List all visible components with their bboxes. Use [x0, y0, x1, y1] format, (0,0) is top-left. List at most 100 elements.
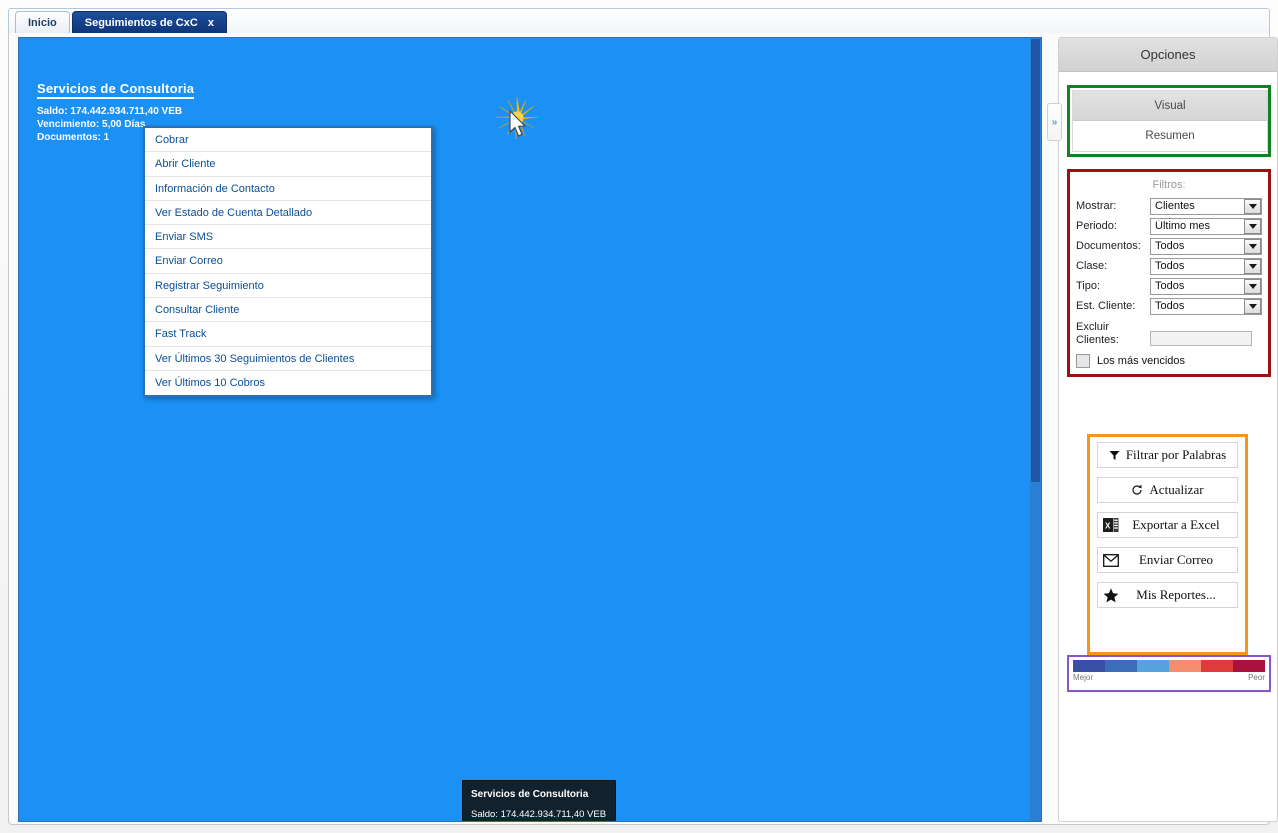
filter-select-periodo[interactable]: Último mes [1150, 217, 1262, 235]
tab-inicio-label: Inicio [28, 17, 57, 29]
filter-label-clase: Clase: [1076, 260, 1108, 272]
legend-swatch-3 [1137, 660, 1169, 672]
tab-seguimientos-label: Seguimientos de CxC [84, 16, 198, 29]
filter-select-clase[interactable]: Todos [1150, 257, 1262, 275]
menu-item-ver-ultimos-30-seguimientos[interactable]: Ver Últimos 30 Seguimientos de Clientes [145, 347, 431, 371]
legend-swatch-6 [1233, 660, 1265, 672]
tab-seguimientos-de-cxc[interactable]: Seguimientos de CxC x [71, 11, 227, 34]
actions-group: Filtrar por Palabras Actualizar X Export… [1087, 434, 1248, 655]
view-tab-visual-label: Visual [1154, 100, 1186, 112]
filter-label-mostrar: Mostrar: [1076, 200, 1117, 212]
view-mode-group: Visual Resumen [1067, 85, 1271, 157]
chevron-down-icon[interactable] [1244, 278, 1261, 294]
content-area: Servicios de Consultoria Saldo: 174.442.… [8, 33, 1278, 825]
excel-icon: X [1103, 518, 1119, 532]
legend-swatch-5 [1201, 660, 1233, 672]
panel-collapse-handle[interactable]: » [1047, 103, 1062, 141]
canvas-scrollbar[interactable] [1030, 38, 1041, 821]
filter-select-tipo[interactable]: Todos [1150, 277, 1262, 295]
chevron-right-icon: » [1051, 116, 1058, 128]
tab-bar: Inicio Seguimientos de CxC x [8, 8, 1270, 34]
filter-value-documentos: Todos [1155, 240, 1185, 252]
exportar-a-excel-label: Exportar a Excel [1132, 517, 1220, 532]
treemap-cell-title: Servicios de Consultoria [37, 81, 195, 99]
color-legend-bar [1073, 660, 1265, 672]
view-tab-visual[interactable]: Visual [1073, 91, 1267, 121]
treemap-canvas[interactable]: Servicios de Consultoria Saldo: 174.442.… [18, 37, 1042, 822]
funnel-icon [1109, 450, 1120, 461]
options-panel-header: Opciones [1059, 38, 1277, 72]
filter-row-documentos: Documentos: Todos [1076, 236, 1262, 256]
filter-select-documentos[interactable]: Todos [1150, 237, 1262, 255]
exclude-clients-input[interactable] [1150, 331, 1252, 346]
exclude-clients-label-line1: Excluir [1076, 321, 1110, 333]
legend-swatch-4 [1169, 660, 1201, 672]
filter-label-periodo: Periodo: [1076, 220, 1117, 232]
exclude-clients-row: Excluir Clientes: [1076, 316, 1262, 347]
chevron-down-icon[interactable] [1244, 218, 1261, 234]
options-panel: Opciones Visual Resumen Filtros: Mostrar… [1058, 37, 1278, 822]
filter-select-mostrar[interactable]: Clientes [1150, 197, 1262, 215]
filter-select-est-cliente[interactable]: Todos [1150, 297, 1262, 315]
chevron-down-icon[interactable] [1244, 298, 1261, 314]
legend-swatch-1 [1073, 660, 1105, 672]
legend-worst-label: Peor [1248, 673, 1265, 682]
treemap-tooltip: Servicios de Consultoria Saldo: 174.442.… [462, 780, 616, 822]
menu-item-cobrar[interactable]: Cobrar [145, 128, 431, 153]
filter-value-clase: Todos [1155, 260, 1185, 272]
tooltip-title: Servicios de Consultoria [471, 789, 589, 800]
menu-item-ver-ultimos-10-cobros[interactable]: Ver Últimos 10 Cobros [145, 371, 431, 395]
canvas-scrollbar-thumb[interactable] [1031, 39, 1040, 482]
most-overdue-label: Los más vencidos [1097, 355, 1186, 367]
enviar-correo-label: Enviar Correo [1138, 552, 1213, 567]
filtrar-por-palabras-button[interactable]: Filtrar por Palabras [1097, 442, 1238, 468]
filters-title: Filtros: [1152, 179, 1186, 191]
chevron-down-icon[interactable] [1244, 198, 1261, 214]
filter-label-documentos: Documentos: [1076, 240, 1141, 252]
menu-item-abrir-cliente[interactable]: Abrir Cliente [145, 152, 431, 177]
filters-group: Filtros: Mostrar: Clientes Periodo: Últi… [1067, 169, 1271, 377]
actualizar-button[interactable]: Actualizar [1097, 477, 1238, 503]
legend-best-label: Mejor [1073, 673, 1094, 682]
filter-value-mostrar: Clientes [1155, 200, 1195, 212]
menu-item-fast-track[interactable]: Fast Track [145, 322, 431, 347]
refresh-icon [1131, 484, 1143, 496]
options-title: Opciones [1140, 47, 1196, 62]
tooltip-vencimiento: Vencimiento: 5,00 Días [471, 821, 607, 822]
filter-value-tipo: Todos [1155, 280, 1185, 292]
menu-item-enviar-correo[interactable]: Enviar Correo [145, 249, 431, 274]
menu-item-enviar-sms[interactable]: Enviar SMS [145, 225, 431, 250]
filter-label-est-cliente: Est. Cliente: [1076, 300, 1136, 312]
view-tab-resumen[interactable]: Resumen [1073, 121, 1267, 151]
context-menu[interactable]: Cobrar Abrir Cliente Información de Cont… [143, 126, 433, 398]
enviar-correo-button[interactable]: Enviar Correo [1097, 547, 1238, 573]
tab-inicio[interactable]: Inicio [15, 11, 70, 33]
exclude-clients-label: Excluir Clientes: [1076, 321, 1146, 347]
exclude-clients-label-line2: Clientes: [1076, 334, 1119, 346]
mis-reportes-label: Mis Reportes... [1136, 587, 1216, 602]
tooltip-saldo: Saldo: 174.442.934.711,40 VEB [471, 809, 607, 820]
menu-item-informacion-de-contacto[interactable]: Información de Contacto [145, 177, 431, 201]
mis-reportes-button[interactable]: Mis Reportes... [1097, 582, 1238, 608]
exportar-a-excel-button[interactable]: X Exportar a Excel [1097, 512, 1238, 538]
filter-value-periodo: Último mes [1155, 220, 1211, 232]
color-legend: Mejor Peor [1067, 655, 1271, 692]
menu-item-registrar-seguimiento[interactable]: Registrar Seguimiento [145, 274, 431, 299]
filter-row-est-cliente: Est. Cliente: Todos [1076, 296, 1262, 316]
application-window: Inicio Seguimientos de CxC x Servicios d… [0, 0, 1278, 833]
chevron-down-icon[interactable] [1244, 258, 1261, 274]
filter-row-tipo: Tipo: Todos [1076, 276, 1262, 296]
menu-item-consultar-cliente[interactable]: Consultar Cliente [145, 298, 431, 323]
envelope-icon [1103, 553, 1119, 567]
star-icon [1103, 587, 1119, 603]
treemap-cell-saldo: Saldo: 174.442.934.711,40 VEB [37, 106, 183, 117]
filtrar-por-palabras-label: Filtrar por Palabras [1125, 447, 1227, 462]
most-overdue-row[interactable]: Los más vencidos [1076, 354, 1262, 368]
close-icon[interactable]: x [208, 12, 214, 34]
filter-row-clase: Clase: Todos [1076, 256, 1262, 276]
svg-text:X: X [1105, 522, 1111, 531]
most-overdue-checkbox[interactable] [1076, 354, 1090, 368]
chevron-down-icon[interactable] [1244, 238, 1261, 254]
menu-item-ver-estado-de-cuenta-detallado[interactable]: Ver Estado de Cuenta Detallado [145, 201, 431, 226]
mouse-pointer-icon [509, 110, 526, 137]
